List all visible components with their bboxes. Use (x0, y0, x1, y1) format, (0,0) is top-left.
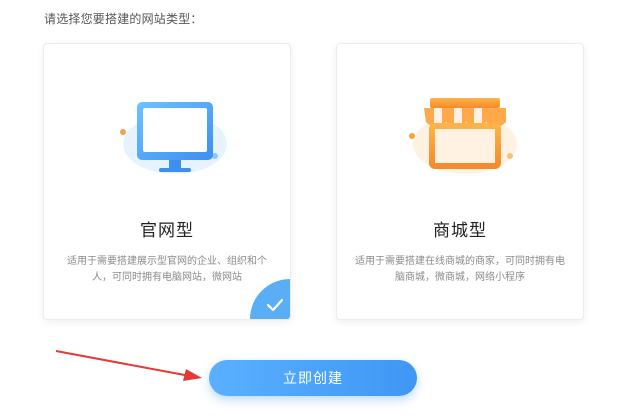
website-type-card[interactable]: 官网型 适用于需要搭建展示型官网的企业、组织和个人，可同时拥有电脑网站，微网站 (43, 43, 291, 320)
shop-type-card[interactable]: 商城型 适用于需要搭建在线商城的商家，可同时拥有电脑商城，微商城，网络小程序 (336, 43, 584, 320)
create-now-button[interactable]: 立即创建 (209, 360, 417, 396)
website-card-title: 官网型 (140, 221, 194, 241)
monitor-icon (120, 102, 227, 174)
page-prompt: 请选择您要搭建的网站类型： (44, 12, 203, 26)
shop-card-title: 商城型 (433, 221, 487, 241)
shop-card-description: 适用于需要搭建在线商城的商家，可同时拥有电脑商城，微商城，网络小程序 (355, 256, 565, 283)
arrow-annotation-icon (55, 350, 202, 381)
storefront-icon (409, 98, 517, 174)
website-card-description: 适用于需要搭建展示型官网的企业、组织和个人，可同时拥有电脑网站，微网站 (67, 256, 267, 283)
selected-check-icon (250, 279, 290, 319)
